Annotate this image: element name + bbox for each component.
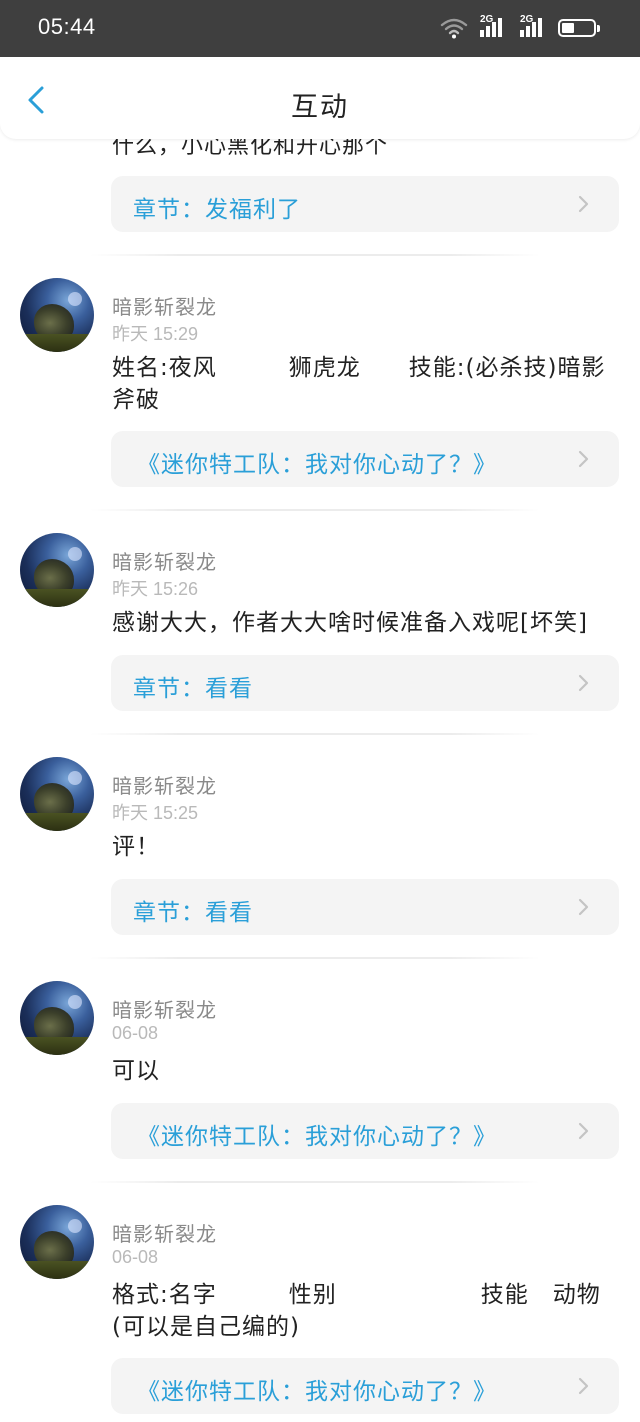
timestamp: 昨天 15:29 (112, 324, 199, 344)
signal-icon: 2G (478, 14, 508, 39)
source-link-label: 章节：发福利了 (133, 197, 301, 223)
status-icons: 2G 2G (440, 14, 600, 40)
chevron-right-icon (578, 1122, 589, 1140)
status-bar: 05:44 2G 2G (0, 0, 640, 57)
comment-text: 可以 (112, 1058, 160, 1084)
comment-text: 感谢大大，作者大大啥时候准备入戏呢[坏笑] (112, 610, 588, 636)
wifi-icon (440, 18, 468, 39)
status-time: 05:44 (38, 14, 96, 39)
source-link-label: 《迷你特工队：我对你心动了？》 (137, 1379, 497, 1405)
avatar[interactable] (20, 278, 94, 352)
divider (90, 1181, 540, 1183)
timestamp: 06-08 (112, 1247, 159, 1267)
divider (90, 254, 540, 256)
source-link[interactable]: 章节：发福利了 (111, 176, 619, 232)
page-title: 互动 (291, 92, 349, 123)
avatar[interactable] (20, 757, 94, 831)
chevron-right-icon (578, 195, 589, 213)
comment-text: 格式:名字 性别 技能 动物(可以是自己编的) (112, 1282, 601, 1340)
nav-header: 互动 (0, 57, 640, 139)
comment-text: 姓名:夜风 狮虎龙 技能:(必杀技)暗影斧破 (112, 355, 606, 413)
source-link[interactable]: 章节：看看 (111, 655, 619, 711)
avatar[interactable] (20, 533, 94, 607)
username[interactable]: 暗影斩裂龙 (112, 1218, 217, 1247)
timestamp: 昨天 15:26 (112, 579, 199, 599)
source-link[interactable]: 《迷你特工队：我对你心动了？》 (111, 1103, 619, 1159)
source-link-label: 《迷你特工队：我对你心动了？》 (137, 452, 497, 478)
timestamp: 06-08 (112, 1023, 159, 1043)
divider (90, 957, 540, 959)
chevron-right-icon (578, 1377, 589, 1395)
source-link-label: 章节：看看 (133, 676, 253, 702)
comment-text: 评！ (112, 834, 160, 860)
signal-icon: 2G (518, 14, 548, 39)
username[interactable]: 暗影斩裂龙 (112, 994, 217, 1023)
interaction-feed: 什么，小心黑化和开心那个 章节：发福利了 暗影斩裂龙 昨天 15:29 姓名:夜… (0, 0, 640, 1422)
chevron-right-icon (578, 898, 589, 916)
source-link-label: 章节：看看 (133, 900, 253, 926)
source-link-label: 《迷你特工队：我对你心动了？》 (137, 1124, 497, 1150)
username[interactable]: 暗影斩裂龙 (112, 770, 217, 799)
divider (90, 509, 540, 511)
source-link[interactable]: 章节：看看 (111, 879, 619, 935)
avatar[interactable] (20, 981, 94, 1055)
avatar[interactable] (20, 1205, 94, 1279)
battery-icon (558, 19, 600, 37)
chevron-right-icon (578, 450, 589, 468)
chevron-right-icon (578, 674, 589, 692)
username[interactable]: 暗影斩裂龙 (112, 546, 217, 575)
username[interactable]: 暗影斩裂龙 (112, 291, 217, 320)
timestamp: 昨天 15:25 (112, 803, 199, 823)
source-link[interactable]: 《迷你特工队：我对你心动了？》 (111, 431, 619, 487)
divider (90, 733, 540, 735)
source-link[interactable]: 《迷你特工队：我对你心动了？》 (111, 1358, 619, 1414)
